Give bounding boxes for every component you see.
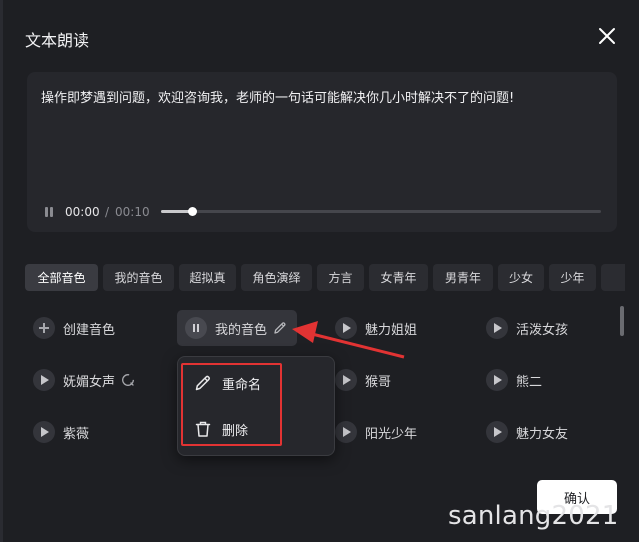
voice-label: 创建音色 bbox=[63, 322, 116, 338]
voice-label: 活泼女孩 bbox=[516, 322, 569, 338]
pause-icon[interactable] bbox=[43, 206, 55, 218]
play-icon[interactable] bbox=[486, 369, 508, 391]
voice-category-tabs: 全部音色 我的音色 超拟真 角色演绎 方言 女青年 男青年 少女 少年 bbox=[25, 264, 625, 292]
voice-item-ziwei[interactable]: 紫薇 bbox=[33, 416, 89, 448]
text-content[interactable]: 操作即梦遇到问题，欢迎咨询我，老师的一句话可能解决你几小时解决不了的问题! bbox=[41, 87, 514, 106]
create-voice-button[interactable]: 创建音色 bbox=[33, 312, 115, 344]
current-time: 00:00 bbox=[65, 205, 100, 219]
tab-young-women[interactable]: 女青年 bbox=[369, 264, 428, 291]
pause-icon[interactable] bbox=[185, 317, 207, 339]
tab-my-voices[interactable]: 我的音色 bbox=[103, 264, 174, 291]
audio-player: 00:00 / 00:10 bbox=[41, 204, 607, 220]
play-icon[interactable] bbox=[33, 369, 55, 391]
voice-item-my-voice[interactable]: 我的音色 bbox=[177, 310, 298, 346]
voice-item-yangguang-shaonian[interactable]: 阳光少年 bbox=[335, 416, 417, 448]
voice-label: 妩媚女声 bbox=[63, 374, 116, 390]
tab-boy[interactable]: 少年 bbox=[549, 264, 596, 291]
voice-item-xiaoer[interactable]: 熊二 bbox=[486, 364, 542, 396]
rename-label: 重命名 bbox=[222, 377, 262, 393]
window-edge bbox=[0, 0, 3, 542]
voice-context-menu: 重命名 删除 bbox=[177, 356, 335, 456]
voice-clone-icon bbox=[122, 374, 134, 386]
play-icon[interactable] bbox=[33, 421, 55, 443]
time-separator: / bbox=[105, 205, 110, 219]
play-icon[interactable] bbox=[335, 369, 357, 391]
watermark: sanlang2021 bbox=[448, 501, 619, 531]
play-icon[interactable] bbox=[335, 421, 357, 443]
close-icon[interactable] bbox=[596, 25, 618, 47]
tab-ultra-realistic[interactable]: 超拟真 bbox=[179, 264, 236, 291]
play-icon[interactable] bbox=[335, 317, 357, 339]
progress-handle[interactable] bbox=[187, 207, 197, 216]
play-icon[interactable] bbox=[486, 421, 508, 443]
play-icon[interactable] bbox=[486, 317, 508, 339]
text-panel[interactable]: 操作即梦遇到问题，欢迎咨询我，老师的一句话可能解决你几小时解决不了的问题! 00… bbox=[27, 72, 617, 232]
pencil-icon bbox=[195, 375, 210, 391]
plus-icon bbox=[33, 317, 55, 339]
voice-label: 猴哥 bbox=[365, 374, 392, 390]
rename-menu-item[interactable]: 重命名 bbox=[194, 371, 261, 395]
total-time: 00:10 bbox=[115, 205, 150, 219]
voice-label: 魅力姐姐 bbox=[365, 322, 418, 338]
tab-young-men[interactable]: 男青年 bbox=[433, 264, 493, 291]
tab-dialect[interactable]: 方言 bbox=[317, 264, 364, 291]
delete-label: 删除 bbox=[222, 423, 249, 439]
voice-label: 阳光少年 bbox=[365, 426, 418, 442]
tab-more[interactable] bbox=[601, 264, 625, 291]
dialog-title: 文本朗读 bbox=[25, 31, 90, 50]
voice-item-houge[interactable]: 猴哥 bbox=[335, 364, 391, 396]
tab-role-play[interactable]: 角色演绎 bbox=[241, 264, 312, 291]
text-to-speech-dialog: 文本朗读 操作即梦遇到问题，欢迎咨询我，老师的一句话可能解决你几小时解决不了的问… bbox=[0, 0, 639, 542]
trash-icon bbox=[195, 421, 211, 437]
voice-item-meili-nvyou[interactable]: 魅力女友 bbox=[486, 416, 568, 448]
voice-label: 熊二 bbox=[516, 374, 543, 390]
voice-label: 紫薇 bbox=[63, 426, 90, 442]
pencil-icon[interactable] bbox=[273, 321, 287, 335]
tab-girl[interactable]: 少女 bbox=[498, 264, 544, 291]
voice-item-meili-jiejie[interactable]: 魅力姐姐 bbox=[335, 312, 417, 344]
voice-item-huopo-nvhai[interactable]: 活泼女孩 bbox=[486, 312, 568, 344]
voice-label: 魅力女友 bbox=[516, 426, 569, 442]
tab-all-voices[interactable]: 全部音色 bbox=[25, 264, 98, 291]
voice-list-scrollbar[interactable] bbox=[620, 306, 624, 336]
progress-track[interactable] bbox=[161, 207, 601, 216]
delete-menu-item[interactable]: 删除 bbox=[194, 417, 248, 441]
voice-item-wumei-nvsheng[interactable]: 妩媚女声 bbox=[33, 364, 135, 396]
voice-label: 我的音色 bbox=[215, 322, 268, 338]
